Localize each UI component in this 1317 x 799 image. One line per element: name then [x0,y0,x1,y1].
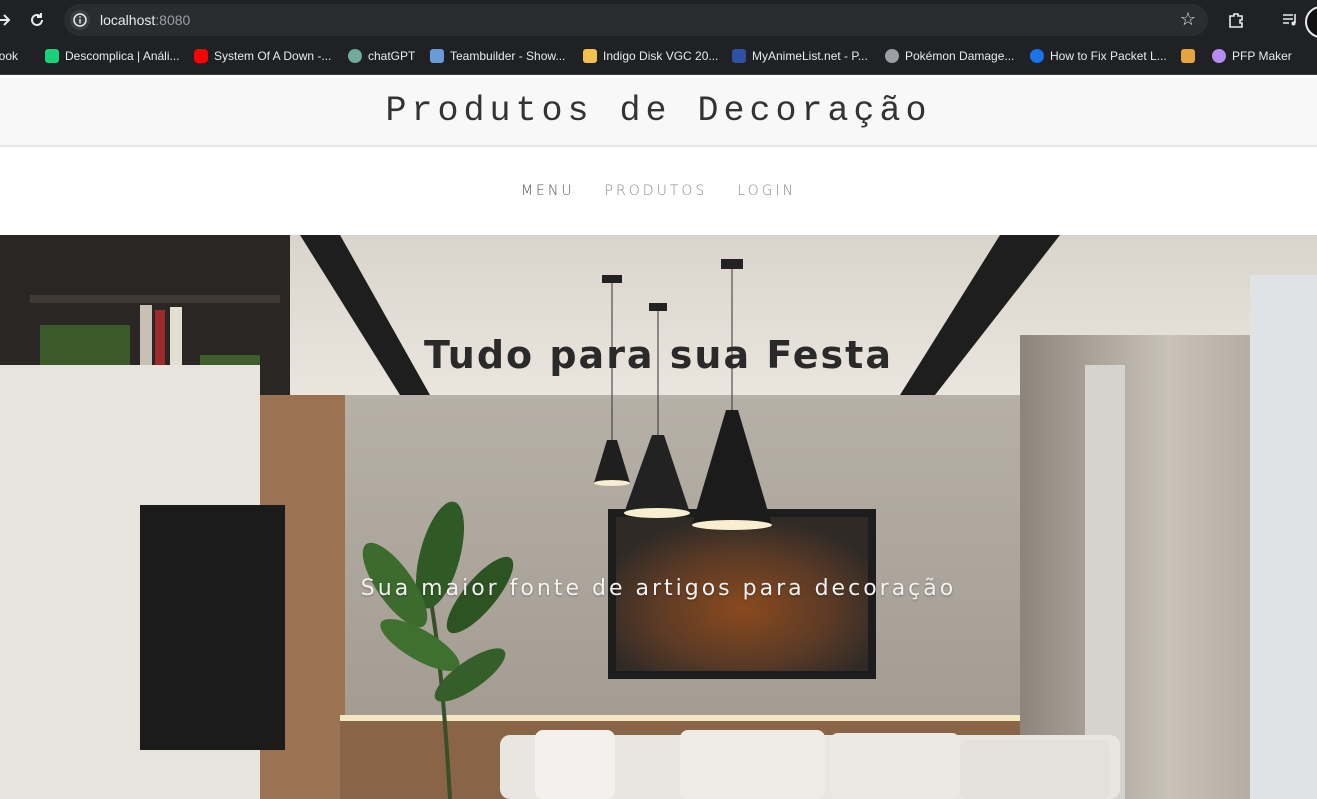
nav-link-menu[interactable]: MENU [521,183,575,199]
site-nav: MENU PRODUTOS LOGIN [0,147,1317,235]
hero-background-image [0,235,1317,799]
bookmark-label: Pokémon Damage... [905,49,1015,63]
globe-icon [885,49,899,63]
site-info-icon[interactable] [70,10,90,30]
hero-banner: Tudo para sua Festa Sua maior fonte de a… [0,235,1317,799]
bookmark-item[interactable]: Descomplica | Análi... [45,49,180,63]
bookmark-item[interactable] [1181,49,1201,63]
indigo-disk-icon [583,49,597,63]
url-host: localhost [100,12,156,28]
url-port: :8080 [155,12,191,28]
bookmark-item[interactable]: System Of A Down -... [194,49,331,63]
bookmark-item[interactable]: How to Fix Packet L... [1030,49,1167,63]
descomplica-icon [45,49,59,63]
chatgpt-icon [348,49,362,63]
pfp-maker-icon [1212,49,1226,63]
bookmark-label: Teambuilder - Show... [450,49,566,63]
bookmark-label: PFP Maker [1232,49,1292,63]
hero-title: Tudo para sua Festa [424,333,893,377]
bookmark-label: System Of A Down -... [214,49,332,63]
bookmark-item[interactable]: Pokémon Damage... [885,49,1014,63]
extensions-icon[interactable] [1224,8,1248,32]
bookmark-item[interactable]: book [0,49,18,63]
teambuilder-icon [430,49,444,63]
bookmark-label: Indigo Disk VGC 20... [603,49,719,63]
hero-subtitle: Sua maior fonte de artigos para decoraçã… [360,576,957,601]
reload-icon[interactable] [25,8,49,32]
bookmark-item[interactable]: Teambuilder - Show... [430,49,565,63]
profile-avatar[interactable] [1305,6,1317,38]
forward-icon[interactable] [0,8,16,32]
bookmarks-bar: book Descomplica | Análi... System Of A … [0,40,1317,75]
site-header: Produtos de Decoração [0,78,1317,147]
bookmark-item[interactable]: PFP Maker [1212,49,1292,63]
gph-icon [1030,49,1044,63]
bookmark-star-icon[interactable]: ☆ [1180,9,1196,30]
bookmark-item[interactable]: MyAnimeList.net - P... [732,49,868,63]
bookmark-label: How to Fix Packet L... [1050,49,1167,63]
bookmark-label: chatGPT [368,49,416,63]
address-bar[interactable]: localhost:8080 ☆ [64,4,1208,36]
myanimelist-icon [732,49,746,63]
url-text: localhost:8080 [100,12,190,28]
browser-toolbar: localhost:8080 ☆ [0,0,1317,40]
site-title: Produtos de Decoração [385,90,932,131]
bookmark-label: Descomplica | Análi... [65,49,180,63]
nav-link-produtos[interactable]: PRODUTOS [605,183,708,199]
bookmark-item[interactable]: chatGPT [348,49,415,63]
nav-link-login[interactable]: LOGIN [737,183,796,199]
bookmark-label: MyAnimeList.net - P... [752,49,868,63]
youtube-icon [194,49,208,63]
bookmark-label: book [0,49,19,63]
mario-icon [1181,49,1195,63]
bookmark-item[interactable]: Indigo Disk VGC 20... [583,49,718,63]
media-control-icon[interactable] [1278,8,1302,32]
